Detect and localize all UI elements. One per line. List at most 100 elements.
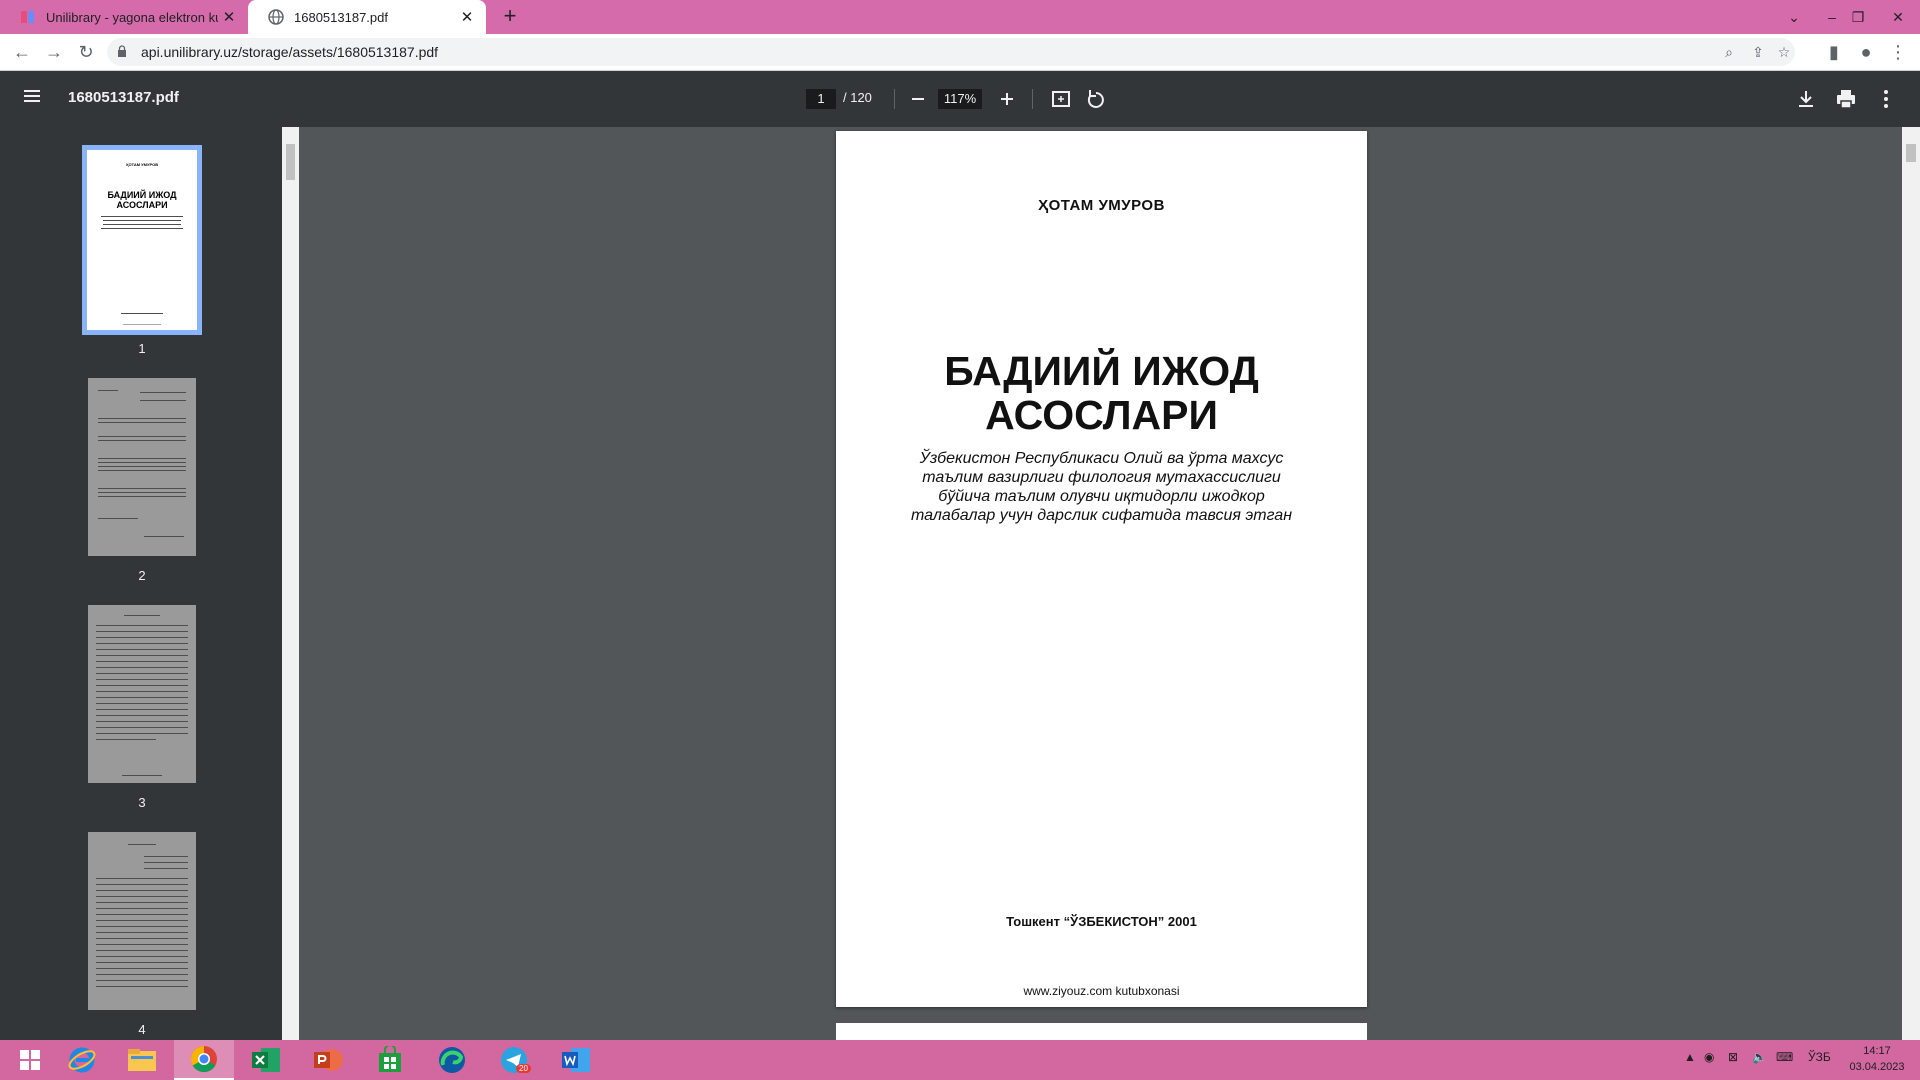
tab-search-icon[interactable]: ⌄	[1774, 0, 1814, 34]
clock[interactable]: 14:17 03.04.2023	[1842, 1043, 1912, 1075]
thumbnail-number: 3	[138, 795, 146, 810]
unilibrary-favicon-icon	[21, 11, 34, 23]
store-icon	[379, 1046, 401, 1072]
chrome-icon	[190, 1045, 217, 1073]
thumbnail-number: 2	[138, 568, 146, 583]
thumbnail-page-preview: ҲОТАМ УМУРОВ БАДИИЙ ИЖОД АСОСЛАРИ	[87, 150, 197, 330]
clock-date: 03.04.2023	[1849, 1061, 1905, 1073]
toolbar-divider	[894, 89, 895, 109]
edge-icon	[439, 1047, 465, 1073]
store-app[interactable]	[360, 1040, 420, 1080]
powerpoint-app[interactable]	[298, 1040, 358, 1080]
page-thumbnail[interactable]	[88, 378, 196, 556]
toolbar-divider	[1032, 89, 1033, 109]
edge-app[interactable]	[422, 1040, 482, 1080]
zoom-out-button[interactable]	[906, 87, 930, 111]
telegram-badge: 20	[516, 1064, 531, 1073]
forward-button[interactable]: →	[40, 38, 68, 66]
sidebar-scrollbar-thumb[interactable]	[286, 144, 295, 180]
page-thumbnail[interactable]: ҲОТАМ УМУРОВ БАДИИЙ ИЖОД АСОСЛАРИ	[82, 145, 202, 335]
thumb-author: ҲОТАМ УМУРОВ	[125, 162, 159, 167]
network-icon[interactable]: ⊠	[1728, 1050, 1738, 1064]
subtitle-line: таълим вазирлиги филология мутахассислиг…	[922, 469, 1281, 486]
book-author: ҲОТАМ УМУРОВ	[1038, 197, 1165, 214]
share-icon[interactable]: ⇪	[1748, 42, 1768, 62]
pdf-filename: 1680513187.pdf	[68, 89, 179, 106]
tab-strip: Unilibrary - yagona elektron kutubxona ✕…	[0, 0, 1920, 34]
chrome-tray-icon[interactable]: ◉	[1704, 1050, 1714, 1064]
tab-title: Unilibrary - yagona elektron kutubxona	[46, 9, 218, 25]
zoom-in-button[interactable]	[995, 87, 1019, 111]
browser-toolbar: ← → ↻ api.unilibrary.uz/storage/assets/1…	[0, 34, 1920, 71]
folder-icon	[128, 1049, 156, 1071]
rotate-icon[interactable]	[1084, 87, 1108, 111]
pdf-toolbar: 1680513187.pdf 1 / 120 117%	[0, 71, 1920, 127]
page-total: / 120	[843, 90, 872, 105]
thumbnail-number: 1	[138, 341, 146, 356]
close-window-button[interactable]: ✕	[1878, 0, 1918, 34]
subtitle-line: талабалар учун дарслик сифатида тавсия э…	[911, 507, 1292, 524]
address-bar[interactable]: api.unilibrary.uz/storage/assets/1680513…	[107, 38, 1795, 66]
menu-icon[interactable]	[20, 87, 44, 111]
bookmark-star-icon[interactable]: ☆	[1774, 42, 1794, 62]
page-footer-website: www.ziyouz.com kutubxonasi	[1023, 984, 1180, 998]
powerpoint-icon	[314, 1049, 343, 1071]
url-text[interactable]: api.unilibrary.uz/storage/assets/1680513…	[141, 44, 438, 60]
tab-pdf[interactable]: 1680513187.pdf ✕	[248, 0, 486, 34]
book-title-line2: АСОСЛАРИ	[985, 392, 1218, 438]
subtitle-line: бўйича таълим олувчи иқтидорли ижодкор	[938, 488, 1265, 505]
thumbnail-number: 4	[138, 1022, 146, 1037]
book-subtitle: Ўзбекистон Республикаси Олий ва ўрта мах…	[876, 449, 1327, 525]
restore-button[interactable]: ❐	[1838, 0, 1878, 34]
lock-icon[interactable]	[117, 45, 127, 57]
telegram-app[interactable]: 20	[484, 1040, 544, 1080]
pdf-page: ҲОТАМ УМУРОВ БАДИИЙ ИЖОД АСОСЛАРИ Ўзбеки…	[836, 131, 1367, 1007]
show-hidden-icons[interactable]: ▲	[1684, 1050, 1696, 1064]
viewer-scrollbar[interactable]	[1902, 127, 1920, 1040]
input-method-icon[interactable]: ⌨	[1776, 1050, 1793, 1064]
browser-menu-icon[interactable]: ⋮	[1884, 38, 1912, 66]
windows-logo-icon	[20, 1050, 40, 1070]
volume-icon[interactable]: 🔈	[1752, 1050, 1767, 1064]
page-number-input[interactable]: 1	[806, 89, 836, 109]
globe-icon	[268, 9, 284, 25]
more-actions-icon[interactable]	[1874, 87, 1898, 111]
viewer-scrollbar-thumb[interactable]	[1906, 144, 1916, 162]
thumb-title-line2: АСОСЛАРИ	[116, 200, 168, 210]
fit-to-page-icon[interactable]	[1049, 87, 1073, 111]
zoom-level-input[interactable]: 117%	[938, 89, 982, 109]
file-explorer-app[interactable]	[112, 1040, 172, 1080]
tab-title: 1680513187.pdf	[294, 9, 388, 25]
reload-button[interactable]: ↻	[72, 38, 100, 66]
page-thumbnail[interactable]	[88, 605, 196, 783]
download-icon[interactable]	[1794, 87, 1818, 111]
chrome-app[interactable]	[174, 1040, 234, 1080]
clock-time: 14:17	[1863, 1045, 1891, 1057]
word-icon	[562, 1048, 590, 1072]
start-button[interactable]	[0, 1040, 60, 1080]
side-panel-icon[interactable]: ▮	[1820, 38, 1848, 66]
new-tab-button[interactable]: +	[498, 5, 522, 28]
internet-explorer-app[interactable]	[52, 1040, 112, 1080]
language-indicator[interactable]: ЎЗБ	[1808, 1050, 1831, 1064]
print-icon[interactable]	[1834, 87, 1858, 111]
excel-app[interactable]	[236, 1040, 296, 1080]
thumbnail-sidebar: ҲОТАМ УМУРОВ БАДИИЙ ИЖОД АСОСЛАРИ 1 2 3 …	[0, 127, 282, 1040]
sidebar-scrollbar[interactable]	[282, 127, 299, 1040]
thumb-title-line1: БАДИИЙ ИЖОД	[107, 190, 177, 200]
book-publisher: Тошкент “ЎЗБЕКИСТОН” 2001	[1006, 914, 1197, 929]
internet-explorer-icon	[68, 1047, 96, 1073]
tab-unilibrary[interactable]: Unilibrary - yagona elektron kutubxona ✕	[0, 0, 248, 34]
zoom-icon[interactable]: ⌕	[1719, 42, 1739, 62]
taskbar: 20 ▲ ◉ ⊠ 🔈 ⌨ ЎЗБ 14:17 03.04.2023	[0, 1040, 1920, 1080]
excel-icon	[252, 1048, 280, 1072]
profile-avatar-icon[interactable]: ●	[1852, 38, 1880, 66]
word-app[interactable]	[546, 1040, 606, 1080]
close-tab-icon[interactable]: ✕	[218, 6, 240, 28]
back-button[interactable]: ←	[8, 38, 36, 66]
book-title: БАДИИЙ ИЖОД АСОСЛАРИ	[836, 349, 1367, 437]
subtitle-line: Ўзбекистон Республикаси Олий ва ўрта мах…	[919, 450, 1284, 467]
page-thumbnail[interactable]	[88, 832, 196, 1010]
book-title-line1: БАДИИЙ ИЖОД	[944, 348, 1259, 394]
close-tab-icon[interactable]: ✕	[456, 6, 478, 28]
